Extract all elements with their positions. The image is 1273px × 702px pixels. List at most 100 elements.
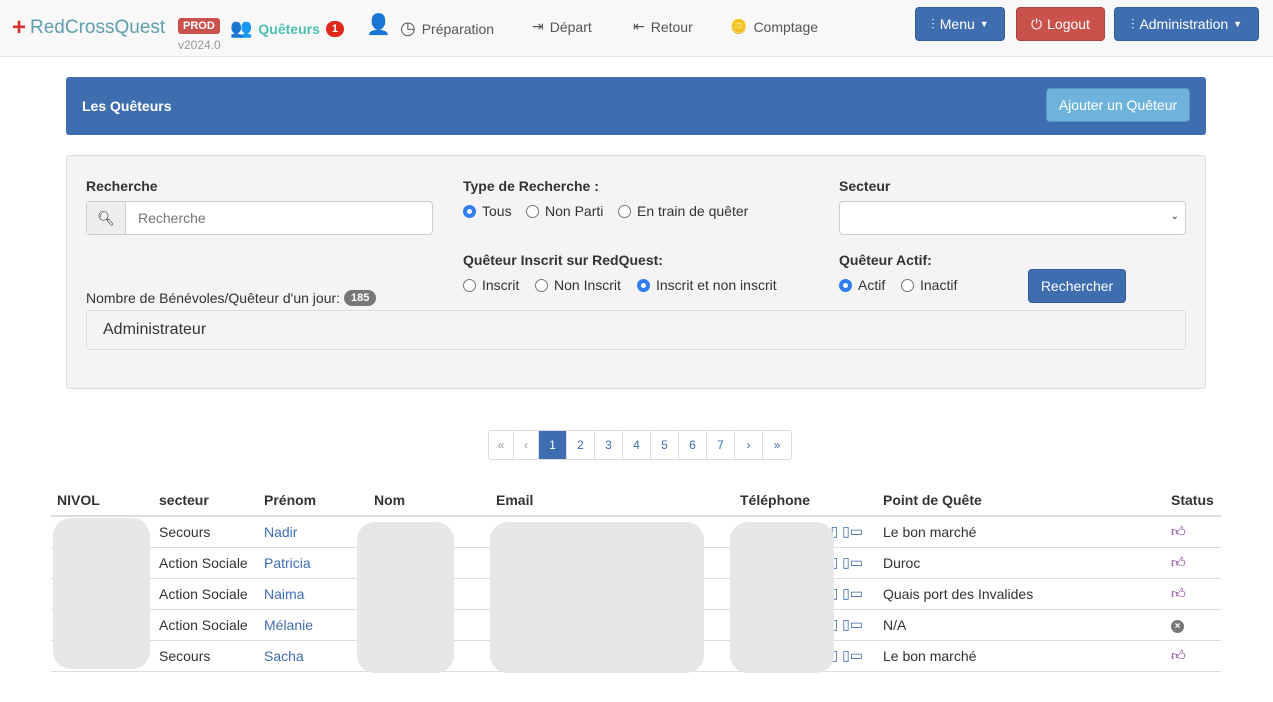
chevron-down-icon: ⌄ (1170, 211, 1179, 222)
caret-down-icon: ▼ (1233, 19, 1243, 29)
logout-label: Logout (1047, 16, 1090, 32)
sms-icon[interactable]: ▯▭ (842, 523, 863, 539)
col-telephone[interactable]: Téléphone (734, 485, 877, 517)
inscrit-label: Quêteur Inscrit sur RedQuest: (463, 252, 663, 268)
nav-add-user[interactable]: 👤 (366, 12, 391, 37)
count-row: Nombre de Bénévoles/Quêteur d'un jour: 18… (86, 290, 377, 306)
prenom-cell: Patricia (258, 546, 368, 578)
page-2[interactable]: 2 (567, 431, 595, 459)
radio-tous[interactable]: Tous (463, 203, 512, 219)
secteur-cell: Secours (153, 639, 258, 671)
col-secteur[interactable]: secteur (153, 485, 258, 517)
radio-en-train[interactable]: En train de quêter (618, 203, 748, 219)
page-6[interactable]: 6 (679, 431, 707, 459)
nav-depart[interactable]: ⇥ Départ (532, 18, 592, 35)
sms-icon[interactable]: ▯▭ (842, 585, 863, 601)
nav-retour[interactable]: ⇤ Retour (633, 18, 693, 35)
prenom-link[interactable]: Naima (264, 586, 304, 602)
type-label: Type de Recherche : (463, 178, 599, 194)
secteur-cell: Action Sociale (153, 608, 258, 640)
navbar: + RedCrossQuest PROD v2024.0 👥 Quêteurs 1 👤… (0, 0, 1273, 57)
radio-inscrit-et-non[interactable]: Inscrit et non inscrit (637, 277, 777, 293)
sms-icon[interactable]: ▯▭ (842, 647, 863, 663)
thumbs-up-icon: 👍︎ (1171, 554, 1186, 570)
col-nom[interactable]: Nom (368, 485, 490, 517)
sign-in-icon: ⇤ (633, 18, 645, 34)
panel-title: Les Quêteurs (82, 98, 172, 114)
col-nivol[interactable]: NIVOL (51, 485, 153, 517)
nav-preparation[interactable]: ◷ Préparation (400, 18, 494, 39)
radio-inscrit[interactable]: Inscrit (463, 277, 519, 293)
prenom-link[interactable]: Mélanie (264, 617, 313, 633)
radio-icon (901, 278, 914, 292)
page-4[interactable]: 4 (623, 431, 651, 459)
brand-name: RedCrossQuest (30, 17, 166, 38)
pagination: « ‹ 1 2 3 4 5 6 7 › » (488, 430, 792, 460)
redaction (357, 522, 454, 673)
prenom-cell: Sacha (258, 639, 368, 671)
page-next[interactable]: › (735, 431, 763, 459)
point-cell: Quais port des Invalides (877, 577, 1165, 609)
secteur-select[interactable]: ⌄ (839, 201, 1186, 235)
table-header: NIVOL secteur Prénom Nom Email Téléphone… (51, 485, 1221, 517)
page-3[interactable]: 3 (595, 431, 623, 459)
radio-icon (526, 204, 539, 218)
nav-label: Retour (650, 18, 693, 35)
prenom-cell: Naima (258, 577, 368, 609)
status-cell: 👍︎ (1165, 639, 1221, 671)
add-queteur-button[interactable]: Ajouter un Quêteur (1046, 88, 1190, 122)
thumbs-up-icon: 👍︎ (1171, 585, 1186, 601)
radio-label: En train de quêter (637, 203, 749, 219)
thumbs-up-icon: 👍︎ (1171, 647, 1186, 663)
logout-button[interactable]: ⏻ Logout (1016, 7, 1105, 41)
page-first[interactable]: « (489, 431, 514, 459)
page-1[interactable]: 1 (539, 431, 567, 459)
nav-label: Départ (549, 18, 592, 35)
sliders-icon: ⫶ (1130, 15, 1135, 32)
page-5[interactable]: 5 (651, 431, 679, 459)
radio-actif[interactable]: Actif (839, 277, 885, 293)
col-email[interactable]: Email (490, 485, 734, 517)
page-last[interactable]: » (763, 431, 791, 459)
admin-dropdown[interactable]: ⫶ Administration ▼ (1114, 7, 1259, 41)
radio-non-inscrit[interactable]: Non Inscrit (535, 277, 621, 293)
prenom-link[interactable]: Nadir (264, 524, 297, 540)
radio-label: Inactif (920, 277, 958, 293)
search-button[interactable]: Rechercher (1028, 269, 1126, 303)
page-7[interactable]: 7 (707, 431, 735, 459)
radio-icon (463, 204, 476, 218)
point-cell: Le bon marché (877, 639, 1165, 671)
nav-label: Quêteurs (258, 20, 320, 37)
nav-queteurs[interactable]: 👥 Quêteurs 1 (230, 18, 345, 39)
point-cell: Duroc (877, 546, 1165, 578)
prenom-link[interactable]: Patricia (264, 555, 311, 571)
point-cell: N/A (877, 608, 1165, 640)
sms-icon[interactable]: ▯▭ (842, 616, 863, 632)
radio-icon (637, 278, 650, 292)
sms-icon[interactable]: ▯▭ (842, 554, 863, 570)
filter-form: Recherche 🔍︎ Type de Recherche : Tous No… (66, 155, 1206, 389)
search-input[interactable] (126, 202, 432, 234)
radio-label: Non Inscrit (554, 277, 621, 293)
menu-dropdown[interactable]: ⫶ Menu ▼ (915, 7, 1005, 41)
radio-non-parti[interactable]: Non Parti (526, 203, 603, 219)
page-prev[interactable]: ‹ (514, 431, 539, 459)
nav-label: Préparation (421, 20, 495, 37)
col-status[interactable]: Status (1165, 485, 1221, 517)
prenom-link[interactable]: Sacha (264, 648, 304, 664)
users-icon: 👥 (230, 18, 253, 38)
radio-inactif[interactable]: Inactif (901, 277, 957, 293)
nav-comptage[interactable]: 🪙 Comptage (730, 18, 818, 35)
sign-out-icon: ⇥ (532, 18, 544, 34)
status-cell: × (1165, 608, 1221, 640)
search-label: Recherche (86, 178, 158, 194)
secteur-label: Secteur (839, 178, 891, 194)
col-prenom[interactable]: Prénom (258, 485, 368, 517)
radio-icon (618, 204, 631, 218)
redaction (53, 518, 150, 669)
brand-link[interactable]: + RedCrossQuest (12, 14, 165, 42)
redaction (490, 522, 704, 673)
status-cell: 👍︎ (1165, 546, 1221, 578)
menu-label: Menu (939, 16, 975, 32)
col-point[interactable]: Point de Quête (877, 485, 1165, 517)
